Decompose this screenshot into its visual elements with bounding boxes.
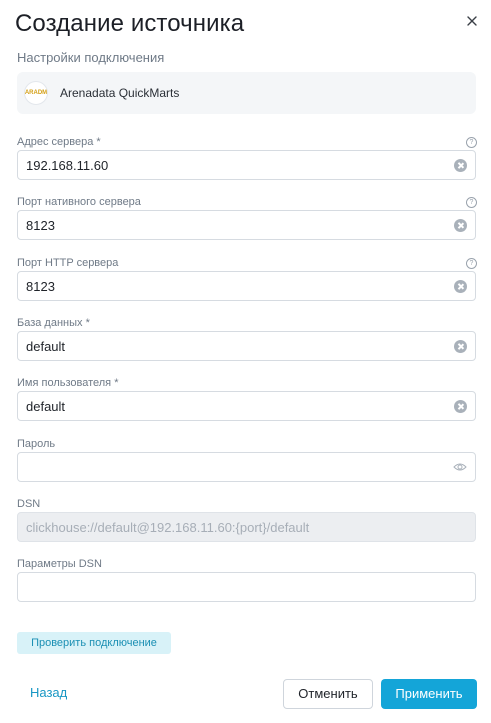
native-port-label: Порт нативного сервера: [17, 196, 141, 208]
clear-icon[interactable]: [454, 219, 467, 232]
http-port-label: Порт HTTP сервера: [17, 257, 119, 269]
back-button[interactable]: Назад: [30, 685, 67, 700]
database-input[interactable]: default: [17, 331, 476, 361]
server-address-label: Адрес сервера *: [17, 136, 101, 148]
password-label: Пароль: [17, 438, 56, 450]
dsn-value: clickhouse://default@192.168.11.60:{port…: [26, 520, 310, 535]
password-input[interactable]: [17, 452, 476, 482]
check-connection-button[interactable]: Проверить подключение: [17, 632, 171, 654]
clear-icon[interactable]: [454, 159, 467, 172]
close-icon[interactable]: [465, 14, 479, 28]
username-label: Имя пользователя *: [17, 377, 119, 389]
page-title: Создание источника: [15, 10, 245, 37]
http-port-help-icon[interactable]: ?: [466, 258, 477, 269]
server-address-value: 192.168.11.60: [26, 158, 109, 173]
username-input[interactable]: default: [17, 391, 476, 421]
dsn-params-input[interactable]: [17, 572, 476, 602]
server-address-help-icon[interactable]: ?: [466, 137, 477, 148]
dsn-params-label: Параметры DSN: [17, 558, 102, 570]
database-label: База данных *: [17, 317, 90, 329]
source-name: Arenadata QuickMarts: [60, 86, 180, 100]
cancel-button[interactable]: Отменить: [283, 679, 373, 709]
source-card: ARADM Arenadata QuickMarts: [17, 72, 476, 114]
clear-icon[interactable]: [454, 280, 467, 293]
dsn-input: clickhouse://default@192.168.11.60:{port…: [17, 512, 476, 542]
clear-icon[interactable]: [454, 400, 467, 413]
arenadata-logo-icon: ARADM: [24, 81, 48, 105]
clear-icon[interactable]: [454, 340, 467, 353]
native-port-help-icon[interactable]: ?: [466, 197, 477, 208]
http-port-value: 8123: [26, 279, 55, 294]
apply-button[interactable]: Применить: [381, 679, 477, 709]
native-port-input[interactable]: 8123: [17, 210, 476, 240]
dsn-label: DSN: [17, 498, 41, 510]
username-value: default: [26, 399, 66, 414]
native-port-value: 8123: [26, 218, 55, 233]
http-port-input[interactable]: 8123: [17, 271, 476, 301]
database-value: default: [26, 339, 66, 354]
eye-icon[interactable]: [453, 462, 467, 472]
server-address-input[interactable]: 192.168.11.60: [17, 150, 476, 180]
section-title: Настройки подключения: [17, 50, 165, 65]
